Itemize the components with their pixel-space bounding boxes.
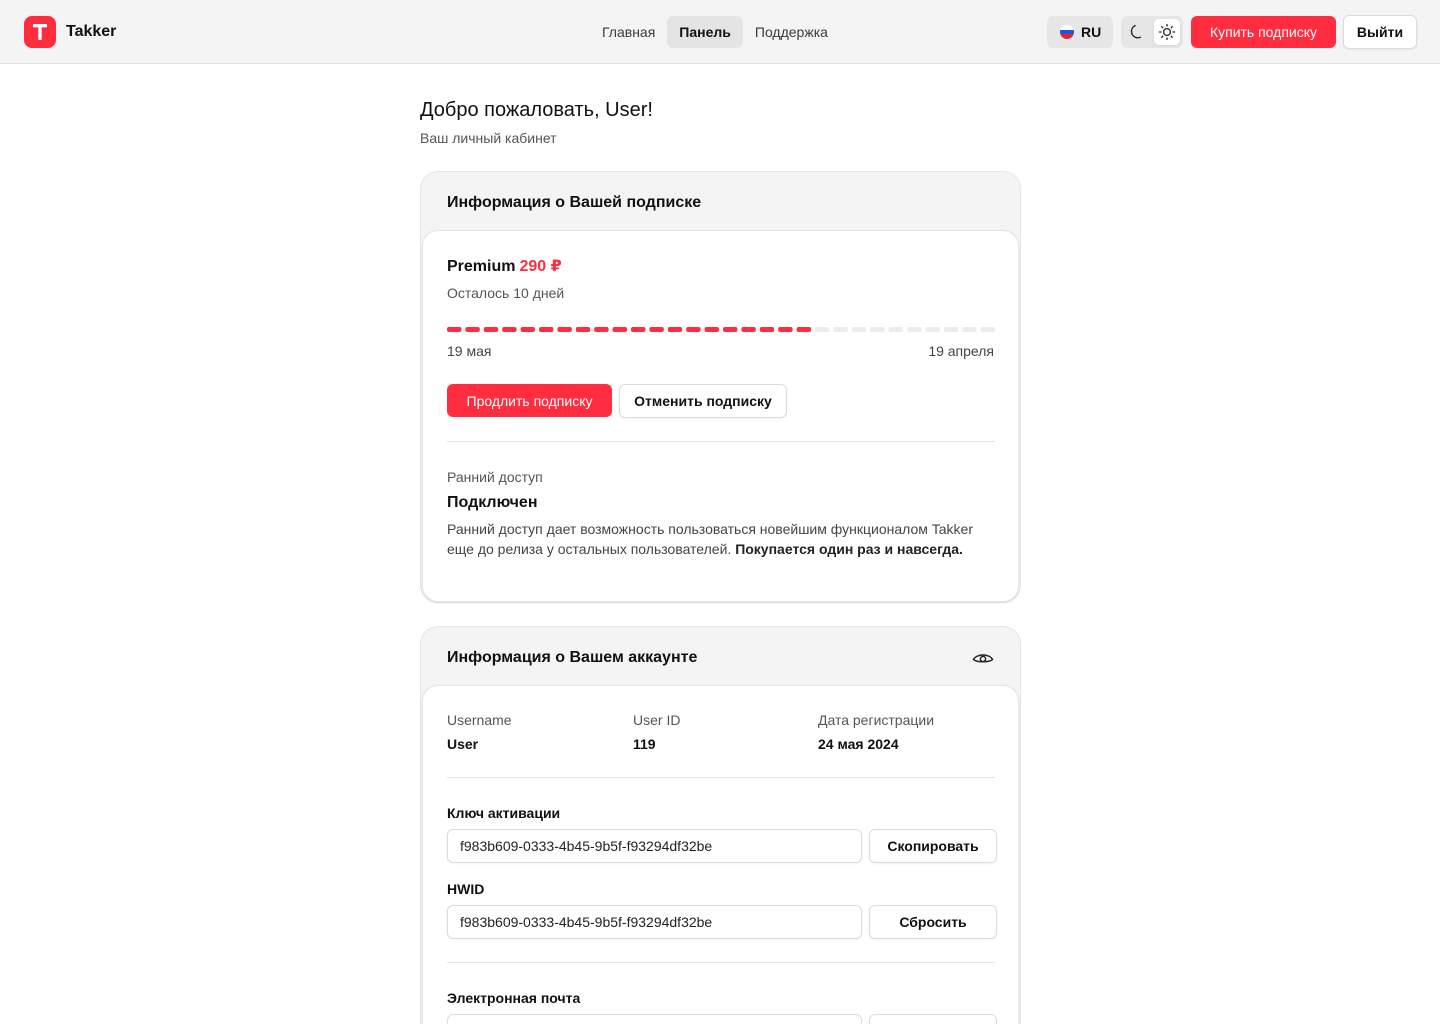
progress-segment-filled xyxy=(612,327,627,332)
brand-name[interactable]: Takker xyxy=(66,22,116,42)
progress-segment-filled xyxy=(557,327,572,332)
progress-segment-filled xyxy=(483,327,499,332)
activation-key-label: Ключ активации xyxy=(447,805,561,821)
progress-segment-filled xyxy=(575,327,591,332)
divider xyxy=(447,777,995,778)
hwid-field[interactable] xyxy=(447,905,862,939)
theme-toggle xyxy=(1121,16,1183,48)
subscription-progress-bar xyxy=(447,327,995,332)
email-label: Электронная почта xyxy=(447,990,581,1006)
email-field[interactable] xyxy=(447,1014,862,1024)
logout-button[interactable]: Выйти xyxy=(1343,15,1417,49)
copy-key-button[interactable]: Скопировать xyxy=(869,829,997,863)
eye-icon[interactable] xyxy=(971,647,995,671)
early-access-description: Ранний доступ дает возможность пользоват… xyxy=(447,519,977,559)
user-id-value: 119 xyxy=(633,736,656,752)
progress-segment-filled xyxy=(447,327,462,332)
progress-segment-empty xyxy=(815,327,830,332)
subscription-start-date: 19 мая xyxy=(447,343,492,359)
activation-key-field[interactable] xyxy=(447,829,862,863)
progress-segment-empty xyxy=(888,327,903,332)
divider xyxy=(447,441,995,442)
username-label: Username xyxy=(447,712,512,728)
progress-segment-filled xyxy=(520,327,535,332)
progress-segment-filled xyxy=(704,327,719,332)
reset-hwid-button[interactable]: Сбросить xyxy=(869,905,997,939)
language-switcher[interactable]: RU xyxy=(1047,16,1113,48)
moon-icon xyxy=(1130,24,1142,39)
early-access-description-bold: Покупается один раз и навсегда. xyxy=(735,541,963,557)
subscription-details: Premium 290 ₽ Осталось 10 дней 19 мая 19 … xyxy=(422,230,1019,602)
progress-segment-filled xyxy=(759,327,775,332)
progress-segment-filled xyxy=(723,327,738,332)
account-card-title: Информация о Вашем аккаунте xyxy=(447,649,698,666)
progress-segment-filled xyxy=(649,327,664,332)
top-bar: Takker Главная Панель Поддержка RU Купит… xyxy=(0,0,1440,64)
subscription-end-date: 19 апреля xyxy=(928,343,994,359)
progress-segment-empty xyxy=(925,327,940,332)
progress-segment-empty xyxy=(907,327,922,332)
registration-date-value: 24 мая 2024 xyxy=(818,736,899,752)
progress-segment-empty xyxy=(943,327,959,332)
days-remaining: Осталось 10 дней xyxy=(447,285,565,301)
early-access-label: Ранний доступ xyxy=(447,469,543,485)
subscription-card: Информация о Вашей подписке Premium 290 ₽… xyxy=(420,171,1021,603)
language-code: RU xyxy=(1081,24,1102,40)
plan-title: Premium xyxy=(447,258,516,275)
takker-logo-icon[interactable] xyxy=(24,16,56,48)
dark-theme-button[interactable] xyxy=(1124,19,1150,45)
progress-segment-filled xyxy=(465,327,480,332)
hwid-label: HWID xyxy=(447,881,485,897)
buy-subscription-button[interactable]: Купить подписку xyxy=(1191,16,1336,48)
renew-subscription-button[interactable]: Продлить подписку xyxy=(447,384,612,417)
russia-flag-icon xyxy=(1060,25,1074,39)
progress-segment-filled xyxy=(778,327,793,332)
subscription-card-title: Информация о Вашей подписке xyxy=(447,194,702,211)
progress-segment-filled xyxy=(667,327,683,332)
account-details: Username User User ID 119 Дата регистрац… xyxy=(422,685,1019,1024)
plan-price: 290 ₽ xyxy=(519,258,562,275)
user-id-label: User ID xyxy=(633,712,681,728)
progress-segment-empty xyxy=(833,327,848,332)
progress-segment-filled xyxy=(594,327,609,332)
progress-segment-empty xyxy=(962,327,977,332)
username-value: User xyxy=(447,736,479,752)
progress-segment-empty xyxy=(870,327,885,332)
nav-item-support[interactable]: Поддержка xyxy=(743,16,840,48)
progress-segment-filled xyxy=(686,327,701,332)
progress-segment-empty xyxy=(851,327,867,332)
progress-segment-filled xyxy=(796,327,811,332)
registration-date-label: Дата регистрации xyxy=(818,712,935,728)
progress-segment-filled xyxy=(502,327,517,332)
email-action-button[interactable] xyxy=(869,1014,997,1024)
early-access-status: Подключен xyxy=(447,494,538,511)
light-theme-button[interactable] xyxy=(1154,19,1180,45)
nav-item-home[interactable]: Главная xyxy=(590,16,667,48)
plan-name: Premium 290 ₽ xyxy=(447,257,562,277)
progress-segment-filled xyxy=(741,327,756,332)
divider xyxy=(447,962,995,963)
progress-segment-empty xyxy=(980,327,995,332)
page-title: Добро пожаловать, User! xyxy=(420,99,653,121)
progress-segment-filled xyxy=(631,327,646,332)
progress-segment-filled xyxy=(539,327,554,332)
main-nav: Главная Панель Поддержка xyxy=(590,16,840,48)
cancel-subscription-button[interactable]: Отменить подписку xyxy=(619,384,787,418)
nav-item-panel[interactable]: Панель xyxy=(667,16,743,48)
page-subtitle: Ваш личный кабинет xyxy=(420,130,557,146)
sun-icon xyxy=(1158,23,1176,41)
account-card: Информация о Вашем аккаунте Username Use… xyxy=(420,626,1021,1024)
